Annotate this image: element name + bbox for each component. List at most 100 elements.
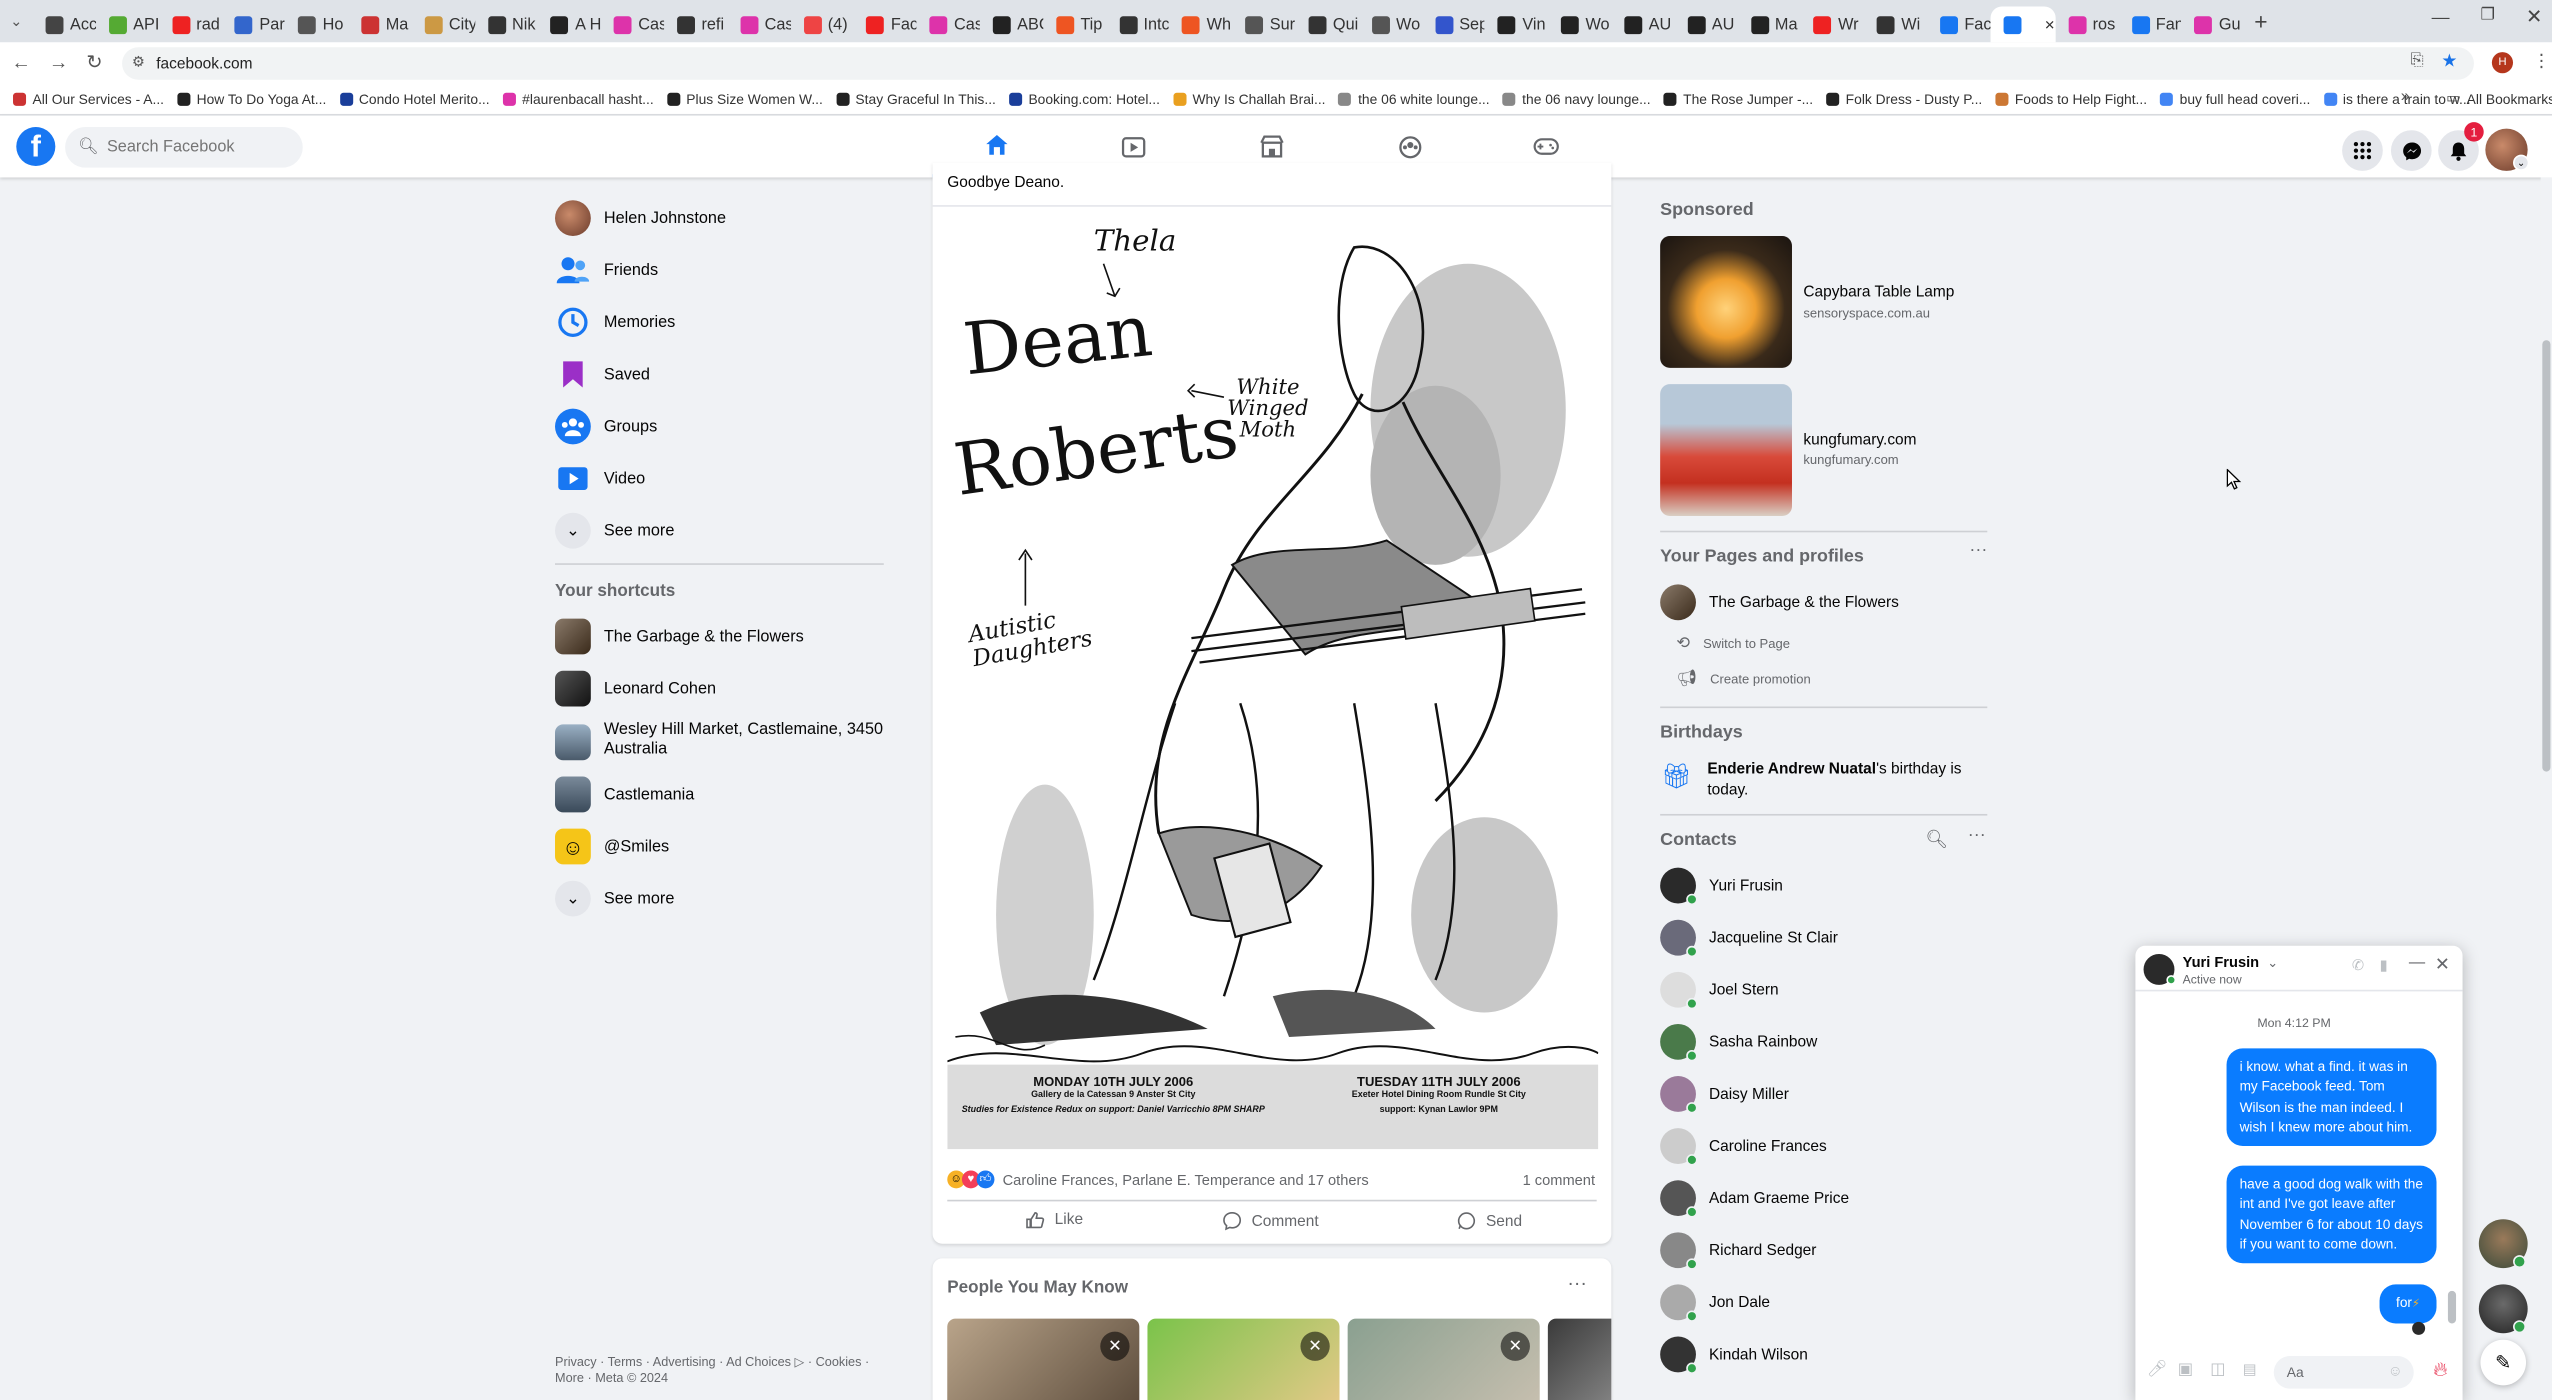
bookmark-item[interactable]: How To Do Yoga At...	[177, 90, 326, 107]
bookmark-item[interactable]: Condo Hotel Merito...	[339, 90, 490, 107]
emoji-picker-icon[interactable]: ☺	[2388, 1363, 2403, 1379]
contact-item[interactable]: Adam Graeme Price	[1660, 1179, 1849, 1218]
reactions-summary[interactable]: ☺ ♥ 👍︎ Caroline Frances, Parlane E. Temp…	[947, 1170, 1369, 1189]
browser-tab[interactable]: City	[411, 7, 475, 43]
contact-item[interactable]: Daisy Miller	[1660, 1074, 1789, 1114]
browser-tab[interactable]: Wo	[1548, 7, 1611, 43]
close-tab-icon[interactable]: ✕	[2044, 17, 2055, 32]
bookmark-item[interactable]: Booking.com: Hotel...	[1008, 90, 1160, 107]
browser-tab[interactable]: Tip	[1043, 7, 1106, 43]
address-bar[interactable]: ⚙ facebook.com ⎘ ★	[122, 47, 2474, 80]
more-bookmarks-icon[interactable]: »	[2401, 88, 2410, 106]
bookmark-item[interactable]: All Our Services - A...	[13, 90, 164, 107]
browser-tab[interactable]: Wh	[1169, 7, 1232, 43]
page-scrollbar-track[interactable]	[2540, 177, 2552, 1400]
sidebar-item-saved[interactable]: Saved	[555, 352, 650, 398]
browser-tab[interactable]: Acc	[33, 7, 96, 43]
back-icon[interactable]: ←	[11, 50, 31, 73]
browser-tab[interactable]: Sep	[1422, 7, 1485, 43]
all-bookmarks-button[interactable]: ▭ All Bookmarks	[2446, 90, 2552, 108]
browser-tab[interactable]: API	[96, 7, 159, 43]
restore-icon[interactable]: ❐	[2480, 7, 2495, 25]
browser-tab[interactable]: Nik	[475, 7, 538, 43]
browser-tab[interactable]: Cas	[917, 7, 980, 43]
search-input[interactable]	[106, 138, 286, 157]
sidebar-item-video[interactable]: Video	[555, 456, 645, 502]
bookmark-item[interactable]: #laurenbacall hasht...	[502, 90, 654, 107]
pymk-photo[interactable]: ✕	[1147, 1318, 1340, 1400]
minimize-chat-icon[interactable]: —	[2409, 954, 2425, 972]
bookmark-star-icon[interactable]: ★	[2441, 50, 2457, 72]
contact-item[interactable]: Joel Stern	[1660, 970, 1779, 1010]
browser-tab[interactable]: ros	[2055, 7, 2118, 43]
bookmark-item[interactable]: buy full head coveri...	[2160, 90, 2310, 107]
browser-tab[interactable]: Intc	[1106, 7, 1169, 43]
browser-tab[interactable]: (4)	[790, 7, 853, 43]
chat-message-bubble[interactable]: i know. what a find. it was in my Facebo…	[2226, 1048, 2437, 1146]
menu-kebab-icon[interactable]: ⋮	[2533, 50, 2551, 72]
video-call-icon[interactable]: ▮	[2380, 957, 2388, 975]
contact-item[interactable]: Jon Dale	[1660, 1283, 1770, 1322]
contact-item[interactable]: Richard Sedger	[1660, 1231, 1816, 1270]
browser-tab[interactable]: Cas	[727, 7, 790, 43]
comment-button[interactable]: Comment	[1222, 1211, 1319, 1231]
dismiss-close-icon[interactable]: ✕	[1500, 1331, 1530, 1361]
contact-item[interactable]: Jacqueline St Clair	[1660, 918, 1838, 958]
browser-tab[interactable]: Par	[222, 7, 285, 43]
ad-title[interactable]: kungfumary.com	[1803, 431, 1916, 449]
sidebar-item-friends[interactable]: Friends	[555, 247, 658, 293]
pymk-photo[interactable]: ✕	[1347, 1318, 1540, 1400]
chat-name-chevron-icon[interactable]: ⌄	[2267, 956, 2278, 971]
shortcuts-see-more[interactable]: ⌄ See more	[555, 876, 674, 922]
footer-links[interactable]: Privacy · Terms · Advertising · Ad Choic…	[555, 1354, 869, 1387]
search-box[interactable]: 🔍︎	[65, 126, 303, 168]
footer-line2[interactable]: More · Meta © 2024	[555, 1371, 869, 1387]
sidebar-item-groups[interactable]: Groups	[555, 404, 657, 450]
shortcut-item[interactable]: Castlemania	[555, 772, 694, 818]
like-button[interactable]: Like	[1025, 1211, 1083, 1229]
account-chevron-icon[interactable]: ⌄	[2513, 154, 2530, 171]
quick-reaction-icon[interactable]: 🔥︎	[2433, 1358, 2447, 1382]
contact-item[interactable]: Yuri Frusin	[1660, 866, 1783, 906]
browser-tab[interactable]: ABC	[980, 7, 1043, 43]
browser-tab[interactable]: rad	[159, 7, 222, 43]
chat-scrollbar[interactable]	[2447, 998, 2457, 1332]
minimize-icon[interactable]: —	[2432, 8, 2450, 28]
footer-line1[interactable]: Privacy · Terms · Advertising · Ad Choic…	[555, 1354, 869, 1370]
close-window-icon[interactable]: ✕	[2526, 5, 2542, 28]
message-input[interactable]: Aa ☺	[2273, 1356, 2414, 1389]
contact-item[interactable]: Kindah Wilson	[1660, 1335, 1808, 1374]
browser-tab[interactable]: Fac	[853, 7, 917, 43]
bookmark-item[interactable]: Why Is Challah Brai...	[1172, 90, 1326, 107]
close-chat-icon[interactable]: ✕	[2435, 954, 2450, 976]
microphone-icon[interactable]: 🎤︎	[2147, 1361, 2168, 1379]
browser-tab[interactable]: AU	[1674, 7, 1737, 43]
browser-tab-active[interactable]: ✕	[1990, 6, 2056, 43]
bookmark-item[interactable]: Plus Size Women W...	[666, 90, 823, 107]
bookmark-item[interactable]: The Rose Jumper -...	[1663, 90, 1813, 107]
voice-call-icon[interactable]: ✆	[2352, 957, 2364, 975]
shortcut-item[interactable]: Leonard Cohen	[555, 666, 716, 712]
bookmark-item[interactable]: the 06 navy lounge...	[1502, 90, 1651, 107]
dismiss-close-icon[interactable]: ✕	[1100, 1331, 1130, 1361]
pymk-photo[interactable]	[1547, 1318, 1612, 1400]
browser-tab[interactable]: Ho	[285, 7, 348, 43]
page-item[interactable]: The Garbage & the Flowers	[1660, 583, 1899, 622]
bookmark-item[interactable]: Foods to Help Fight...	[1995, 90, 2147, 107]
new-tab-icon[interactable]: +	[2245, 8, 2278, 34]
bookmark-item[interactable]: Stay Graceful In This...	[835, 90, 996, 107]
reload-icon[interactable]: ↻	[86, 50, 102, 73]
page-scrollbar-thumb[interactable]	[2542, 340, 2551, 772]
ad-title[interactable]: Capybara Table Lamp	[1803, 283, 1954, 301]
ad-image-capybara-lamp[interactable]	[1660, 236, 1792, 368]
browser-tab[interactable]: Fan	[2118, 7, 2181, 43]
chat-message-bubble[interactable]: for⚡	[2379, 1284, 2437, 1325]
birthday-text[interactable]: Enderie Andrew Nuatal's birthday is toda…	[1707, 760, 1984, 801]
browser-tab[interactable]: Wo	[1359, 7, 1422, 43]
messenger-button[interactable]	[2390, 130, 2432, 171]
contacts-search-icon[interactable]: 🔍︎	[1925, 829, 1948, 850]
facebook-logo-icon[interactable]: f	[16, 126, 56, 167]
sidebar-item-memories[interactable]: Memories	[555, 300, 675, 346]
profile-avatar[interactable]: H	[2491, 52, 2514, 74]
bookmark-item[interactable]: the 06 white lounge...	[1338, 90, 1490, 107]
